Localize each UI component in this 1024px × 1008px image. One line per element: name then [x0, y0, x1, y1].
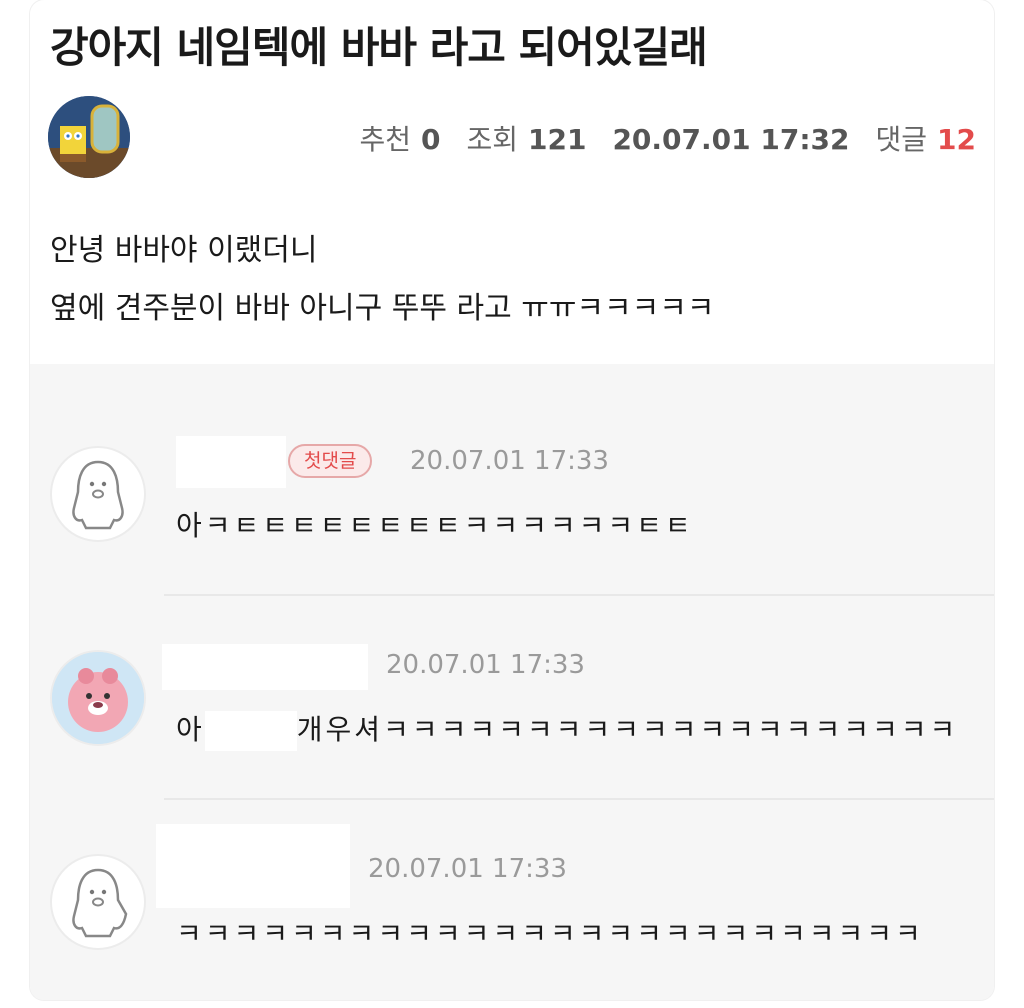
comment-count[interactable]: 댓글 12	[876, 118, 977, 158]
views-value: 121	[528, 123, 587, 156]
recommend-count: 추천 0	[359, 118, 440, 158]
comment-datetime: 20.07.01 17:33	[386, 650, 585, 680]
comments-value: 12	[937, 123, 976, 156]
post-body: 안녕 바바야 이랬더니 옆에 견주분이 바바 아니구 뚜뚜 라고 ㅠㅠㅋㅋㅋㅋㅋ	[50, 222, 714, 338]
comment-divider	[164, 798, 994, 800]
author-avatar[interactable]	[48, 96, 130, 178]
recommend-value: 0	[420, 123, 441, 156]
post-body-line: 옆에 견주분이 바바 아니구 뚜뚜 라고 ㅠㅠㅋㅋㅋㅋㅋ	[50, 291, 715, 326]
penguin-avatar-icon[interactable]	[50, 854, 146, 950]
comment-datetime: 20.07.01 17:33	[368, 854, 567, 884]
post-meta: 추천 0 조회 121 20.07.01 17:32 댓글 12	[359, 118, 976, 158]
comment-text: ㅋㅋㅋㅋㅋㅋㅋㅋㅋㅋㅋㅋㅋㅋㅋㅋㅋㅋㅋㅋㅋㅋㅋㅋㅋㅋ	[176, 917, 924, 950]
comments-label: 댓글	[875, 123, 928, 156]
comment-divider	[164, 594, 994, 596]
post-datetime: 20.07.01 17:32	[612, 123, 850, 156]
redacted-username	[156, 824, 350, 908]
view-count: 조회 121	[466, 118, 586, 158]
redacted-username	[162, 644, 368, 690]
penguin-avatar-icon[interactable]	[50, 446, 146, 542]
redacted-text	[204, 711, 297, 751]
post-card: 강아지 네임텍에 바바 라고 되어있길래 추천 0 조회 121 20.07.0…	[30, 0, 994, 1000]
loopy-beaver-avatar[interactable]	[50, 650, 146, 746]
views-label: 조회	[466, 123, 518, 156]
comment-text: 아 개우셔ㅋㅋㅋㅋㅋㅋㅋㅋㅋㅋㅋㅋㅋㅋㅋㅋㅋㅋㅋㅋ	[176, 708, 958, 751]
comment-text-prefix: 아	[176, 713, 205, 746]
post-body-line: 안녕 바바야 이랬더니	[50, 233, 318, 268]
recommend-label: 추천	[359, 123, 411, 156]
comment-datetime: 20.07.01 17:33	[410, 446, 609, 476]
first-comment-badge: 첫댓글	[288, 444, 373, 478]
comment-text: 아ㅋㅌㅌㅌㅌㅌㅌㅌㅌㅋㅋㅋㅋㅋㅋㅌㅌ	[176, 509, 694, 542]
post-title: 강아지 네임텍에 바바 라고 되어있길래	[50, 23, 708, 72]
comment-text-suffix: 개우셔ㅋㅋㅋㅋㅋㅋㅋㅋㅋㅋㅋㅋㅋㅋㅋㅋㅋㅋㅋㅋ	[296, 713, 959, 746]
comment-list: 첫댓글 20.07.01 17:33 아ㅋㅌㅌㅌㅌㅌㅌㅌㅌㅋㅋㅋㅋㅋㅋㅌㅌ 20…	[30, 364, 994, 1000]
redacted-username	[176, 436, 286, 488]
